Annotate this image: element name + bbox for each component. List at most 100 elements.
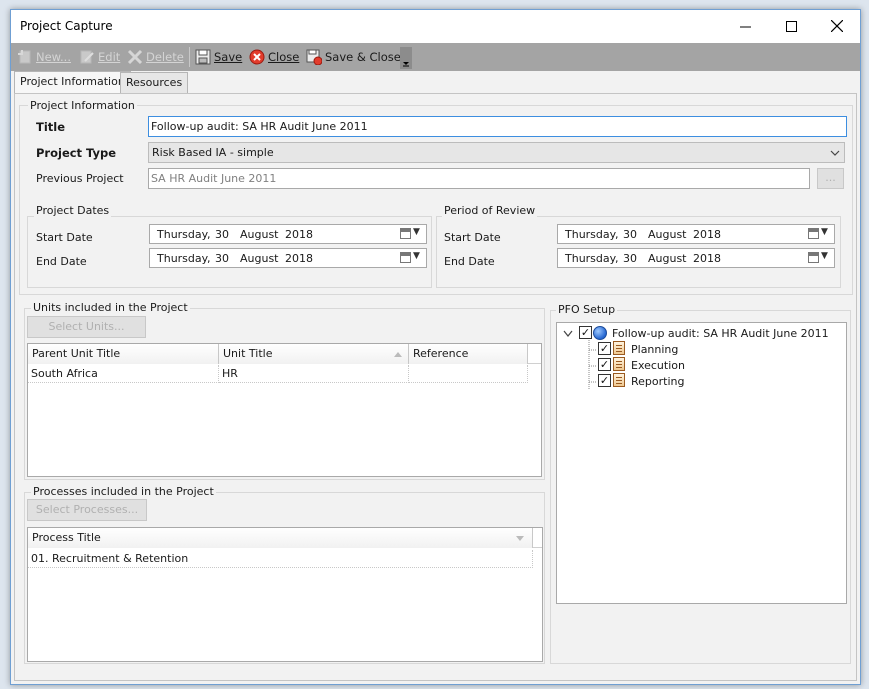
previous-project-input[interactable]: SA HR Audit June 2011 xyxy=(148,168,810,189)
day: 30 xyxy=(215,252,229,265)
column-header-label: Parent Unit Title xyxy=(32,347,121,360)
tree-item-reporting[interactable]: Reporting xyxy=(631,375,684,388)
pfo-setup-group-label: PFO Setup xyxy=(556,303,618,316)
globe-icon xyxy=(593,326,607,340)
previous-project-label: Previous Project xyxy=(36,172,124,185)
processes-grid: Process Title 01. Recruitment & Retentio… xyxy=(27,527,543,662)
table-cell-parent-unit[interactable]: South Africa xyxy=(28,365,219,383)
close-label: Close xyxy=(268,50,300,64)
tree-item-planning[interactable]: Planning xyxy=(631,343,678,356)
day: 30 xyxy=(623,228,637,241)
month: August xyxy=(648,252,687,265)
project-start-date-label: Start Date xyxy=(36,231,93,244)
tree-item-execution[interactable]: Execution xyxy=(631,359,685,372)
minimize-icon xyxy=(739,26,751,27)
reporting-checkbox[interactable]: ✓ xyxy=(598,374,611,387)
project-dates-group-label: Project Dates xyxy=(34,204,112,217)
pfo-tree: ✓ Follow-up audit: SA HR Audit June 2011… xyxy=(556,322,847,604)
weekday: Thursday xyxy=(565,228,617,241)
root-checkbox[interactable]: ✓ xyxy=(579,326,592,339)
separator: , xyxy=(615,228,619,241)
project-end-date-label: End Date xyxy=(36,255,87,268)
project-type-value: Risk Based IA - simple xyxy=(152,146,274,159)
window-title: Project Capture xyxy=(20,19,113,33)
project-end-date-picker[interactable]: Thursday , 30 August 2018 ▼ xyxy=(149,248,427,268)
dropdown-arrow-icon: ▼ xyxy=(413,251,420,261)
new-label: New... xyxy=(36,50,71,64)
column-header-label: Process Title xyxy=(32,531,101,544)
task-list-icon xyxy=(613,357,625,371)
weekday: Thursday xyxy=(157,252,209,265)
separator: , xyxy=(615,252,619,265)
edit-icon xyxy=(80,50,94,64)
title-label: Title xyxy=(36,120,66,134)
column-header-label: Reference xyxy=(413,347,469,360)
save-button[interactable]: Save xyxy=(195,47,242,67)
year: 2018 xyxy=(693,228,721,241)
units-group-label: Units included in the Project xyxy=(31,301,190,314)
chevron-down-icon xyxy=(403,62,409,67)
browse-previous-project-button[interactable]: ... xyxy=(817,168,844,189)
table-cell-process-title[interactable]: 01. Recruitment & Retention xyxy=(28,550,533,568)
day: 30 xyxy=(623,252,637,265)
save-close-label: Save & Close xyxy=(325,50,401,64)
tab-resources[interactable]: Resources xyxy=(120,72,189,93)
project-type-select[interactable]: Risk Based IA - simple xyxy=(148,142,845,163)
close-window-button[interactable] xyxy=(814,10,860,42)
tab-label: Project Information xyxy=(20,75,125,88)
units-grid-header: Parent Unit Title Unit Title Reference xyxy=(28,344,541,364)
select-units-button[interactable]: Select Units... xyxy=(27,316,146,338)
dropdown-arrow-icon: ▼ xyxy=(821,251,828,261)
minimize-button[interactable] xyxy=(722,10,768,42)
review-end-date-picker[interactable]: Thursday , 30 August 2018 ▼ xyxy=(557,248,835,268)
separator: , xyxy=(207,228,211,241)
column-header-reference[interactable]: Reference xyxy=(409,344,528,364)
column-header-label: Unit Title xyxy=(223,347,273,360)
browse-label: ... xyxy=(825,171,836,184)
tab-label: Resources xyxy=(126,76,183,89)
project-capture-window: Project Capture New... Edit Delete Save xyxy=(10,9,861,685)
new-button[interactable]: New... xyxy=(17,47,71,67)
day: 30 xyxy=(215,228,229,241)
delete-button[interactable]: Delete xyxy=(127,47,184,67)
close-button[interactable]: Close xyxy=(249,47,299,67)
select-processes-label: Select Processes... xyxy=(35,503,139,516)
maximize-button[interactable] xyxy=(768,10,814,42)
project-information-group-label: Project Information xyxy=(28,99,137,112)
table-cell-unit-title[interactable]: HR xyxy=(219,365,409,383)
year: 2018 xyxy=(693,252,721,265)
project-type-label: Project Type xyxy=(36,146,117,160)
month: August xyxy=(240,228,279,241)
title-input[interactable]: Follow-up audit: SA HR Audit June 2011 xyxy=(148,116,847,137)
tab-project-information[interactable]: Project Information xyxy=(14,71,131,94)
toolbar-overflow-button[interactable] xyxy=(400,47,412,69)
weekday: Thursday xyxy=(157,228,209,241)
close-icon xyxy=(831,20,843,32)
processes-group-label: Processes included in the Project xyxy=(31,485,216,498)
calendar-icon xyxy=(808,228,819,239)
delete-label: Delete xyxy=(146,50,184,64)
review-start-date-picker[interactable]: Thursday , 30 August 2018 ▼ xyxy=(557,224,835,244)
execution-checkbox[interactable]: ✓ xyxy=(598,358,611,371)
save-and-close-button[interactable]: Save & Close xyxy=(306,47,401,67)
collapse-chevron-icon[interactable] xyxy=(563,330,573,338)
column-header-unit-title[interactable]: Unit Title xyxy=(219,344,409,364)
toolbar: New... Edit Delete Save Close Save & Clo… xyxy=(11,43,860,71)
sort-ascending-icon xyxy=(394,352,402,357)
separator: , xyxy=(207,252,211,265)
tree-root-label[interactable]: Follow-up audit: SA HR Audit June 2011 xyxy=(612,327,829,340)
edit-button[interactable]: Edit xyxy=(79,47,120,67)
select-units-label: Select Units... xyxy=(48,320,125,333)
save-close-icon xyxy=(306,49,322,65)
save-icon xyxy=(195,49,211,65)
select-processes-button[interactable]: Select Processes... xyxy=(27,499,147,521)
save-label: Save xyxy=(214,50,243,64)
period-of-review-group-label: Period of Review xyxy=(442,204,538,217)
column-header-process-title[interactable]: Process Title xyxy=(28,528,533,548)
column-header-parent-unit-title[interactable]: Parent Unit Title xyxy=(28,344,219,364)
tab-strip: Project Information Resources xyxy=(11,71,860,94)
table-cell-reference[interactable] xyxy=(409,365,528,383)
project-start-date-picker[interactable]: Thursday , 30 August 2018 ▼ xyxy=(149,224,427,244)
weekday: Thursday xyxy=(565,252,617,265)
planning-checkbox[interactable]: ✓ xyxy=(598,342,611,355)
